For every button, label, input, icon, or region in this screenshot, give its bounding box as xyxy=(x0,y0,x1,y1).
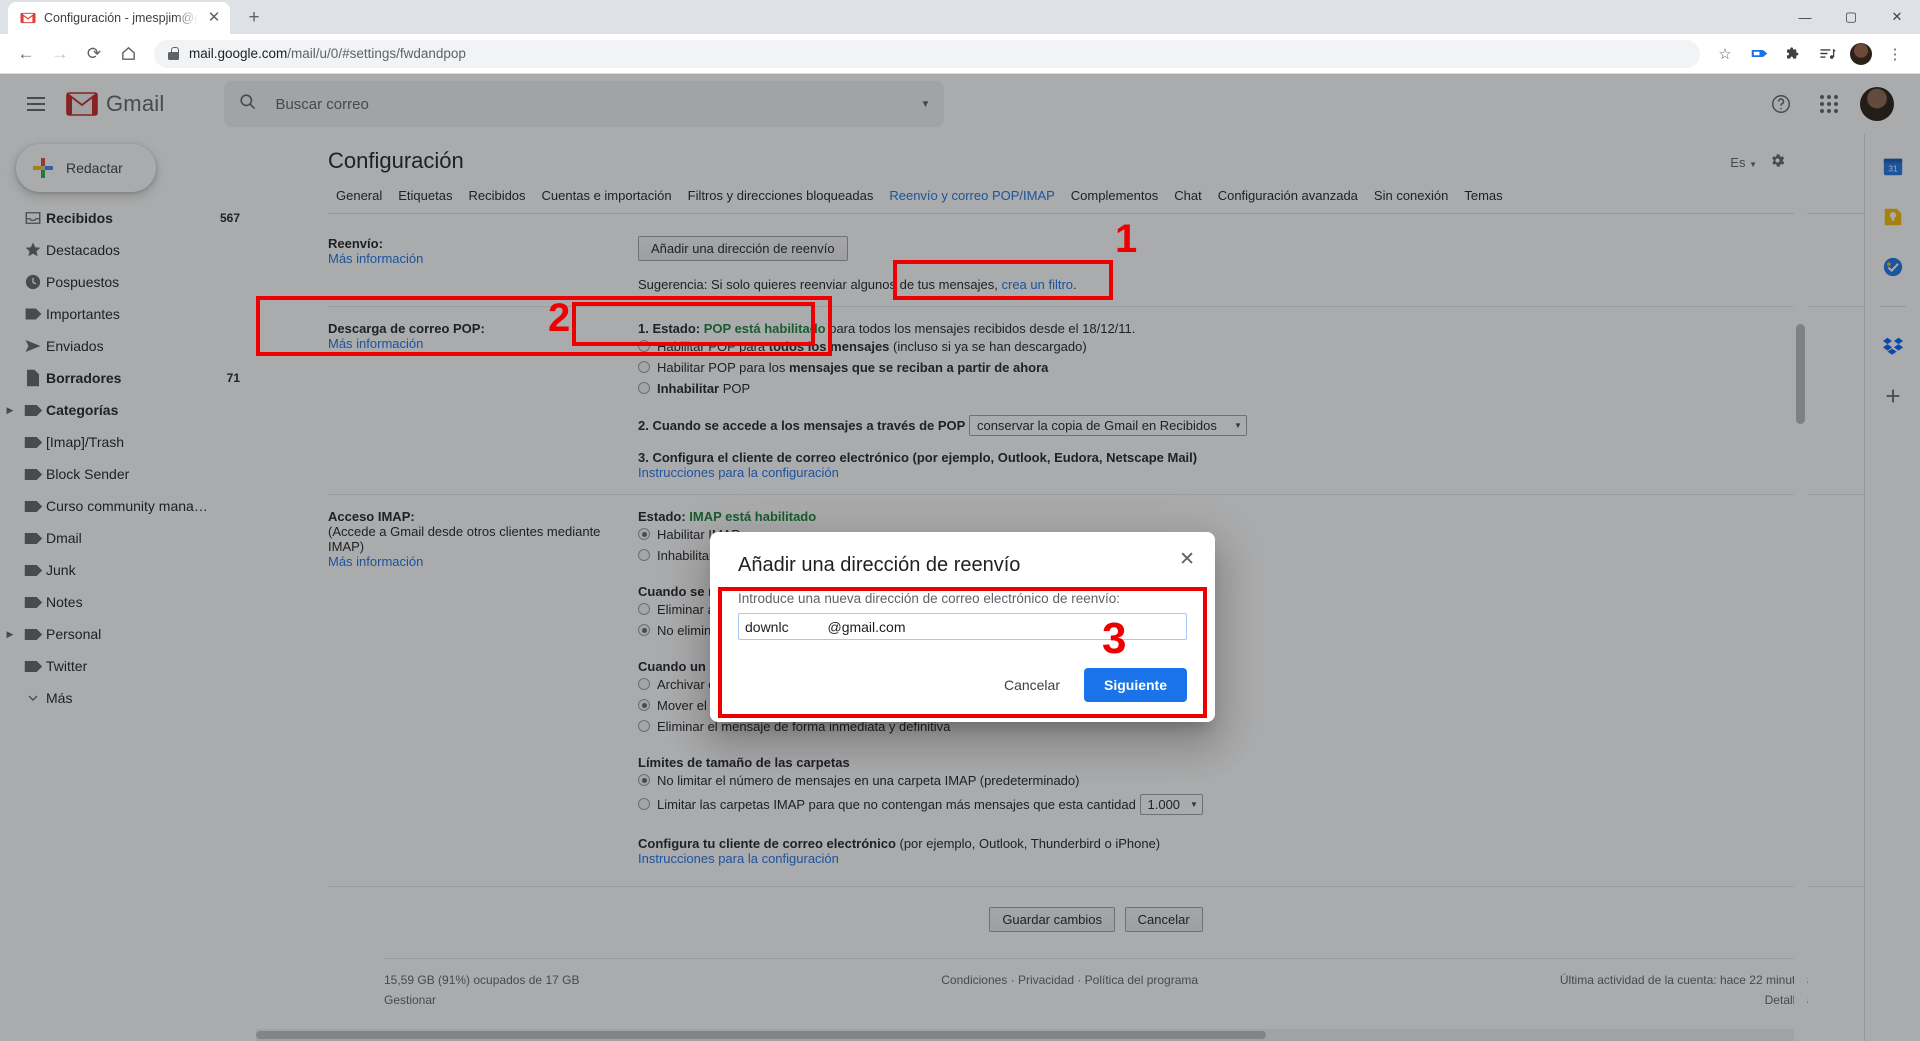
close-icon[interactable]: ✕ xyxy=(1179,548,1195,571)
gmail-app: Gmail ▼ xyxy=(0,74,1920,1041)
window-controls: — ▢ ✕ xyxy=(1782,0,1920,34)
browser-toolbar: ← → ⟳ mail.google.com/mail/u/0/#settings… xyxy=(0,34,1920,74)
address-bar[interactable]: mail.google.com/mail/u/0/#settings/fwdan… xyxy=(154,39,1700,68)
dialog-cancel-button[interactable]: Cancelar xyxy=(990,669,1074,701)
annotation-number-2: 2 xyxy=(548,296,571,340)
dialog-field-label: Introduce una nueva dirección de correo … xyxy=(738,591,1120,606)
annotation-number-1: 1 xyxy=(1115,217,1138,261)
url-path: /mail/u/0/#settings/fwdandpop xyxy=(287,46,466,61)
url-domain: mail.google.com xyxy=(189,46,288,61)
bookmark-side-icon[interactable] xyxy=(1744,39,1774,69)
extensions-puzzle-icon[interactable] xyxy=(1778,39,1808,69)
new-tab-button[interactable]: + xyxy=(240,4,268,32)
gmail-favicon-icon xyxy=(20,10,36,26)
window-maximize-button[interactable]: ▢ xyxy=(1828,0,1874,34)
star-icon[interactable]: ☆ xyxy=(1710,39,1740,69)
window-minimize-button[interactable]: — xyxy=(1782,0,1828,34)
home-button[interactable] xyxy=(112,38,144,70)
dialog-title: Añadir una dirección de reenvío xyxy=(738,554,1021,576)
tab-title: Configuración - jmespjim@gmail xyxy=(44,11,198,25)
url-text: mail.google.com/mail/u/0/#settings/fwdan… xyxy=(189,46,466,61)
chrome-menu-icon[interactable]: ⋮ xyxy=(1880,39,1910,69)
dialog-actions: Cancelar Siguiente xyxy=(738,668,1187,702)
tab-strip: Configuración - jmespjim@gmail ✕ + — ▢ ✕ xyxy=(0,0,1920,34)
profile-avatar[interactable] xyxy=(1846,39,1876,69)
annotation-number-3: 3 xyxy=(1102,614,1127,663)
reload-button[interactable]: ⟳ xyxy=(78,38,110,70)
browser-window: Configuración - jmespjim@gmail ✕ + — ▢ ✕… xyxy=(0,0,1920,1041)
media-control-icon[interactable] xyxy=(1812,39,1842,69)
tab-close-icon[interactable]: ✕ xyxy=(206,10,222,26)
dialog-next-button[interactable]: Siguiente xyxy=(1083,668,1187,702)
browser-tab[interactable]: Configuración - jmespjim@gmail ✕ xyxy=(8,2,230,34)
add-forwarding-address-dialog: ✕ Añadir una dirección de reenvío Introd… xyxy=(710,532,1215,722)
lock-icon xyxy=(168,47,179,60)
forward-button[interactable]: → xyxy=(44,38,76,70)
window-close-button[interactable]: ✕ xyxy=(1874,0,1920,34)
toolbar-icons: ☆ ⋮ xyxy=(1710,39,1910,69)
back-button[interactable]: ← xyxy=(10,38,42,70)
